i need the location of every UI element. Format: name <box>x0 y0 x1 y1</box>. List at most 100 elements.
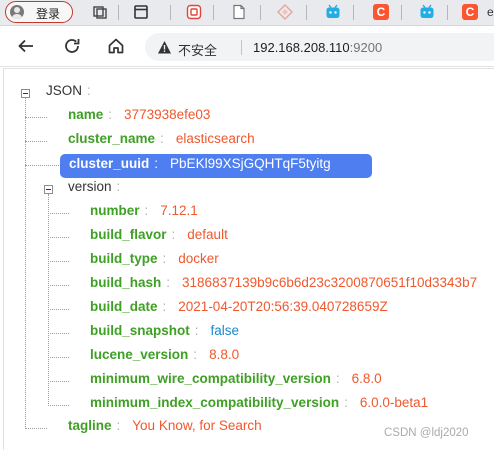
tree-connector <box>48 261 69 262</box>
json-field-minimum-index-compatibility-version[interactable]: minimum_index_compatibility_version:6.0.… <box>90 395 428 415</box>
json-key: tagline <box>68 418 112 433</box>
colon: : <box>162 299 167 314</box>
json-field-build-flavor[interactable]: build_flavor: default <box>90 227 228 247</box>
tree-connector <box>25 428 47 429</box>
json-field-version[interactable]: version: <box>68 179 132 199</box>
json-string-value: 7.12.1 <box>160 203 198 218</box>
json-field-tagline[interactable]: tagline: You Know, for Search <box>68 418 262 438</box>
json-field-build-type[interactable]: build_type: docker <box>90 251 219 271</box>
csdn-icon[interactable]: C <box>462 4 478 20</box>
json-string-value: PbEKl99XSjGQHTqF5tyitg <box>170 156 331 171</box>
not-secure-label[interactable]: 不安全 <box>178 40 217 59</box>
json-key: build_hash <box>90 275 162 290</box>
cube-icon[interactable] <box>92 4 108 20</box>
colon: : <box>116 418 121 433</box>
tab-divider <box>118 5 119 20</box>
tree-connector <box>48 405 69 406</box>
collapse-toggle-icon[interactable] <box>21 89 30 98</box>
colon: : <box>162 251 167 266</box>
json-string-value: 2021-04-20T20:56:39.040728659Z <box>178 299 388 314</box>
json-string-value: 3773938efe03 <box>124 107 211 122</box>
avatar-icon <box>10 5 24 19</box>
reload-icon[interactable] <box>62 36 82 56</box>
root-label: JSON <box>46 83 83 98</box>
tab-divider <box>447 5 448 20</box>
tab-divider <box>170 5 171 20</box>
json-key: name <box>68 107 104 122</box>
warning-triangle-icon[interactable] <box>157 40 172 55</box>
json-string-value: 6.0.0-beta1 <box>359 395 429 410</box>
json-field-minimum-wire-compatibility-version[interactable]: minimum_wire_compatibility_version:6.8.0 <box>90 371 382 391</box>
json-key: build_type <box>90 251 158 266</box>
json-field-cluster-name[interactable]: cluster_name: elasticsearch <box>68 131 255 151</box>
colon: : <box>166 275 171 290</box>
address-bar[interactable]: 不安全 192.168.208.110:9200 <box>145 33 494 61</box>
json-root-node[interactable]: JSON: <box>46 83 103 103</box>
colon: : <box>87 83 91 98</box>
json-tree: JSON: name:3773938efe03 cluster_name: ela… <box>4 69 494 451</box>
json-key: build_date <box>90 299 158 314</box>
tab-divider <box>353 5 354 20</box>
colon: : <box>335 371 340 386</box>
json-string-value: default <box>187 227 228 242</box>
tab-divider <box>260 5 261 20</box>
toolbar: 不安全 192.168.208.110:9200 <box>0 27 494 67</box>
json-field-cluster-uuid[interactable]: cluster_uuid: PbEKl99XSjGQHTqF5tyitg <box>69 156 331 176</box>
json-key: cluster_name <box>68 131 156 146</box>
json-string-value: You Know, for Search <box>132 418 262 433</box>
tree-connector <box>48 381 69 382</box>
bilibili-tv-icon[interactable] <box>325 4 341 20</box>
json-key: cluster_uuid <box>69 156 150 171</box>
tree-connector <box>25 141 47 142</box>
blank-page-icon[interactable] <box>231 4 247 20</box>
colon: : <box>116 179 121 194</box>
tree-connector <box>25 165 61 166</box>
json-string-value: 8.8.0 <box>209 347 240 362</box>
json-key: version <box>68 179 112 194</box>
home-icon[interactable] <box>106 36 126 56</box>
json-string-value: 6.8.0 <box>351 371 382 386</box>
csdn-icon[interactable]: C <box>373 4 389 20</box>
partial-tab-letter[interactable]: e <box>487 5 494 19</box>
json-string-value: 3186837139b9c6b6d23c3200870651f10d3343b7 <box>182 275 478 290</box>
url-host: 192.168.208.110 <box>253 40 350 55</box>
tree-connector <box>48 357 69 358</box>
login-button[interactable]: 登录 <box>5 1 73 23</box>
tree-connector <box>48 213 69 214</box>
tree-connector <box>25 117 47 118</box>
json-string-value: elasticsearch <box>175 131 255 146</box>
json-key: build_flavor <box>90 227 167 242</box>
colon: : <box>154 156 159 171</box>
tab-strip: 登录 C C e <box>0 0 494 26</box>
colon: : <box>194 323 199 338</box>
tab-divider <box>401 5 402 20</box>
colon: : <box>144 203 149 218</box>
json-field-name[interactable]: name:3773938efe03 <box>68 107 210 127</box>
selected-row-highlight[interactable]: cluster_uuid: PbEKl99XSjGQHTqF5tyitg <box>60 154 372 178</box>
tree-connector <box>48 237 69 238</box>
tree-connector <box>48 309 69 310</box>
json-key: minimum_index_compatibility_version <box>90 395 340 410</box>
json-field-build-hash[interactable]: build_hash:3186837139b9c6b6d23c320087065… <box>90 275 477 295</box>
login-label: 登录 <box>36 7 61 21</box>
tree-connector <box>25 97 26 427</box>
json-field-build-date[interactable]: build_date:2021-04-20T20:56:39.040728659… <box>90 299 388 319</box>
address-divider <box>241 40 242 55</box>
url-text[interactable]: 192.168.208.110:9200 <box>253 40 382 55</box>
tree-connector <box>48 333 69 334</box>
back-arrow-icon[interactable] <box>16 36 36 56</box>
tab-square-icon[interactable] <box>133 4 149 20</box>
colon: : <box>108 107 113 122</box>
colon: : <box>171 227 176 242</box>
tree-connector <box>48 285 69 286</box>
json-boolean-value: false <box>210 323 240 338</box>
json-field-number[interactable]: number:7.12.1 <box>90 203 198 223</box>
json-field-build-snapshot[interactable]: build_snapshot: false <box>90 323 239 343</box>
red-badge-icon[interactable] <box>186 4 202 20</box>
url-port: :9200 <box>349 40 383 55</box>
bilibili-tv-icon[interactable] <box>419 4 435 20</box>
json-field-lucene-version[interactable]: lucene_version:8.8.0 <box>90 347 239 367</box>
diamond-icon[interactable] <box>277 4 293 20</box>
collapse-toggle-icon[interactable] <box>44 185 53 194</box>
watermark: CSDN @ldj2020 <box>384 427 469 439</box>
